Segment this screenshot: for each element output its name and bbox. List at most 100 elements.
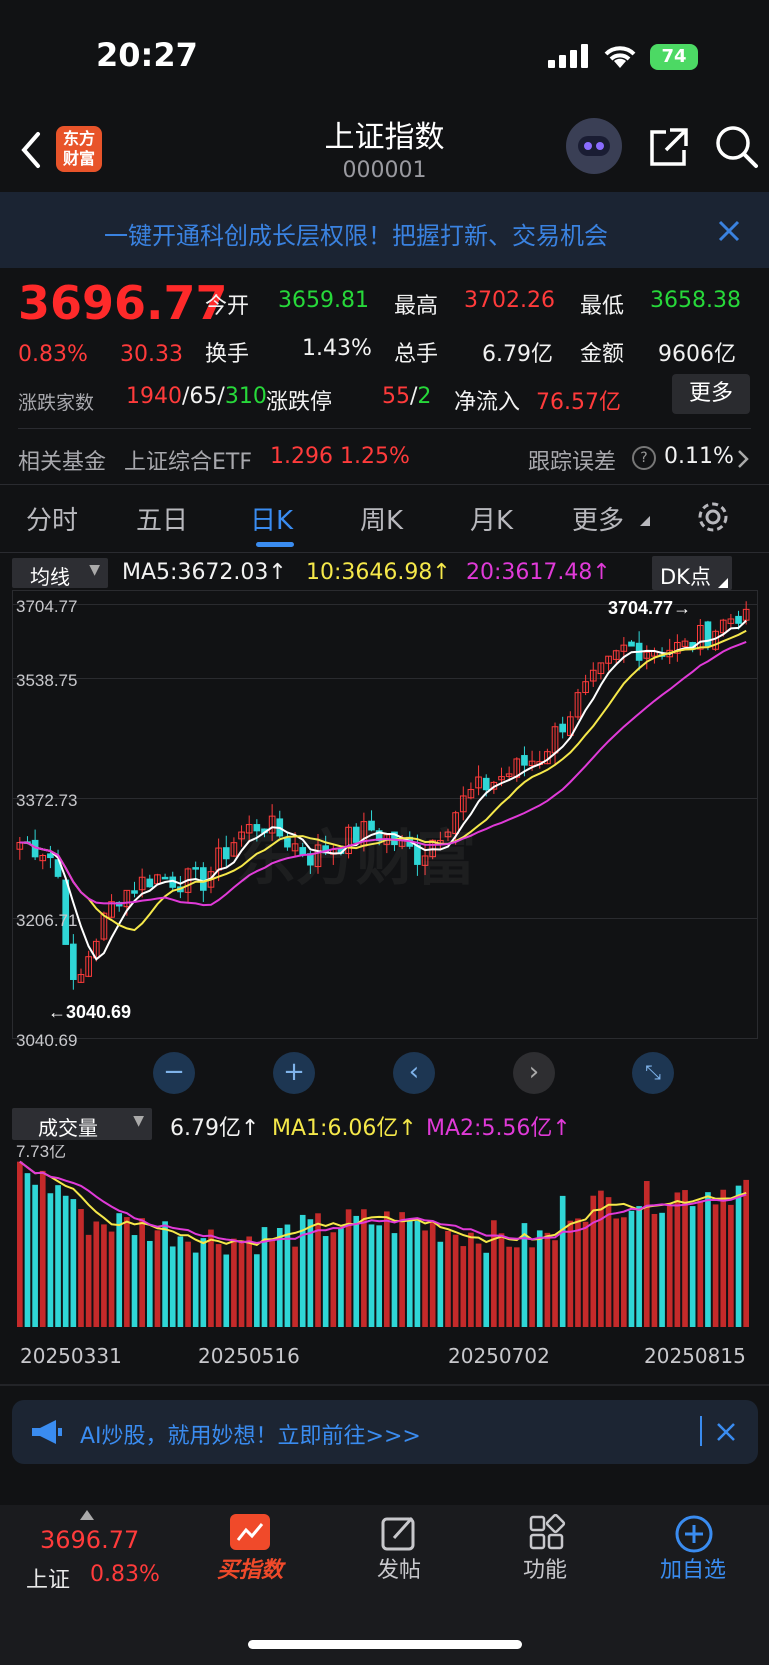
zoom-in-button[interactable]: + [273,1052,315,1094]
volume-bar [322,1236,329,1327]
robot-avatar-icon[interactable] [566,118,622,174]
volume-bar [24,1173,31,1327]
help-icon[interactable]: ? [632,446,656,470]
chevron-right-icon[interactable] [736,448,750,470]
function-grid-icon[interactable] [528,1514,566,1552]
volume-bar [513,1247,520,1327]
settings-gear-icon[interactable] [696,500,730,534]
volume-bar [391,1233,398,1327]
edit-post-icon[interactable] [380,1514,418,1552]
volume-bar [276,1227,283,1327]
scroll-right-button[interactable]: › [513,1052,555,1094]
buy-index-icon[interactable] [230,1514,270,1550]
function-button[interactable]: 功能 [490,1552,600,1584]
y-axis-label: 3040.69 [16,1031,77,1050]
battery-indicator: 74 [650,44,698,70]
tab-more[interactable]: 更多 [572,500,624,537]
volume-bar [590,1195,597,1327]
volume-bar [269,1238,275,1327]
divider [0,484,769,485]
volume-bar [330,1232,337,1327]
add-watchlist-icon[interactable] [674,1514,714,1554]
up-count: 1940 [126,384,182,409]
volume-bar [146,1240,153,1327]
volume-bar [78,1209,84,1327]
volume-bar [185,1241,191,1327]
ai-promo-text[interactable]: AI炒股，就用妙想！立即前往>>> [80,1418,421,1450]
volume-bar [659,1212,665,1327]
post-button[interactable]: 发帖 [344,1552,454,1584]
date-label: 20250815 [644,1344,746,1368]
y-axis-label: 3206.71 [16,911,77,930]
fund-name[interactable]: 上证综合ETF [124,444,252,476]
volume-bar [85,1234,92,1327]
ma-select[interactable]: 均线 ▼ [12,558,108,589]
ma5-value: MA5:3672.03↑ [122,560,287,585]
candle-body [559,723,567,733]
volume-bar [108,1231,115,1327]
fullscreen-button[interactable]: ⤡ [632,1052,674,1094]
ma10-value: 10:3646.98↑ [306,560,451,585]
volume-value: 6.79亿↑ [170,1116,260,1141]
volume-bar [498,1233,505,1327]
volume-bar [208,1229,214,1327]
tab-monthly-k[interactable]: 月K [470,500,513,537]
candle-body [735,615,742,624]
active-tab-indicator [256,542,294,547]
tab-five-day[interactable]: 五日 [136,500,188,537]
close-icon[interactable] [716,1422,736,1442]
volume-bar [460,1246,467,1327]
candle-body [482,777,490,791]
volume-ma1: MA1:6.06亿↑ [272,1116,417,1141]
volume-bar [536,1230,543,1327]
open-value: 3659.81 [278,288,369,313]
volume-bar [651,1213,658,1327]
caret-up-icon[interactable] [80,1510,94,1520]
volume-select-label: 成交量 [38,1116,98,1140]
close-icon[interactable] [718,220,740,242]
volume-bar [292,1246,298,1327]
volume-bar [406,1220,413,1327]
zoom-out-button[interactable]: − [153,1052,195,1094]
volume-bar [215,1244,222,1327]
volume-bar [131,1235,138,1327]
add-watchlist-button[interactable]: 加自选 [638,1552,748,1584]
volume-bar [689,1206,696,1327]
ma20-value: 20:3617.48↑ [466,560,611,585]
volume-max-label: 7.73亿 [16,1145,66,1161]
volume-bar [743,1179,749,1327]
volume-chart[interactable]: 7.73亿 [12,1145,758,1335]
tab-intraday[interactable]: 分时 [26,500,78,537]
change-value: 30.33 [120,342,183,367]
ma-select-label: 均线 [30,565,70,589]
bottom-percent: 0.83% [90,1562,160,1587]
candle-body [222,847,230,860]
share-icon[interactable] [648,126,690,168]
volume-bar [384,1211,390,1327]
volume-select[interactable]: 成交量 ▼ [12,1108,152,1140]
more-button[interactable]: 更多 [672,374,750,414]
divider [18,428,751,429]
promo-banner-text[interactable]: 一键开通科创成长层权限！把握打新、交易机会 [104,216,608,251]
volume-bar [353,1215,360,1327]
scroll-left-button[interactable]: ‹ [393,1052,435,1094]
tab-weekly-k[interactable]: 周K [360,500,403,537]
tracking-value: 0.11% [664,444,734,469]
volume-bar [613,1218,620,1327]
volume-bar [39,1170,46,1327]
volume-bar [376,1225,382,1327]
limit-down-count: 2 [417,384,432,409]
volume-label: 总手 [394,342,439,367]
search-icon[interactable] [714,124,758,170]
volume-bar [246,1236,253,1327]
volume-bar [55,1185,61,1327]
watermark-logo: 东方财富 [236,824,476,894]
buy-index-button[interactable]: 买指数 [195,1552,305,1584]
fund-percent: 1.25% [340,444,410,469]
tab-daily-k[interactable]: 日K [250,500,293,537]
volume-bar [697,1200,704,1327]
volume-bar [728,1204,734,1327]
candle-body [131,890,138,894]
candle-body [704,621,712,647]
y-axis-label: 3704.77 [16,597,77,616]
